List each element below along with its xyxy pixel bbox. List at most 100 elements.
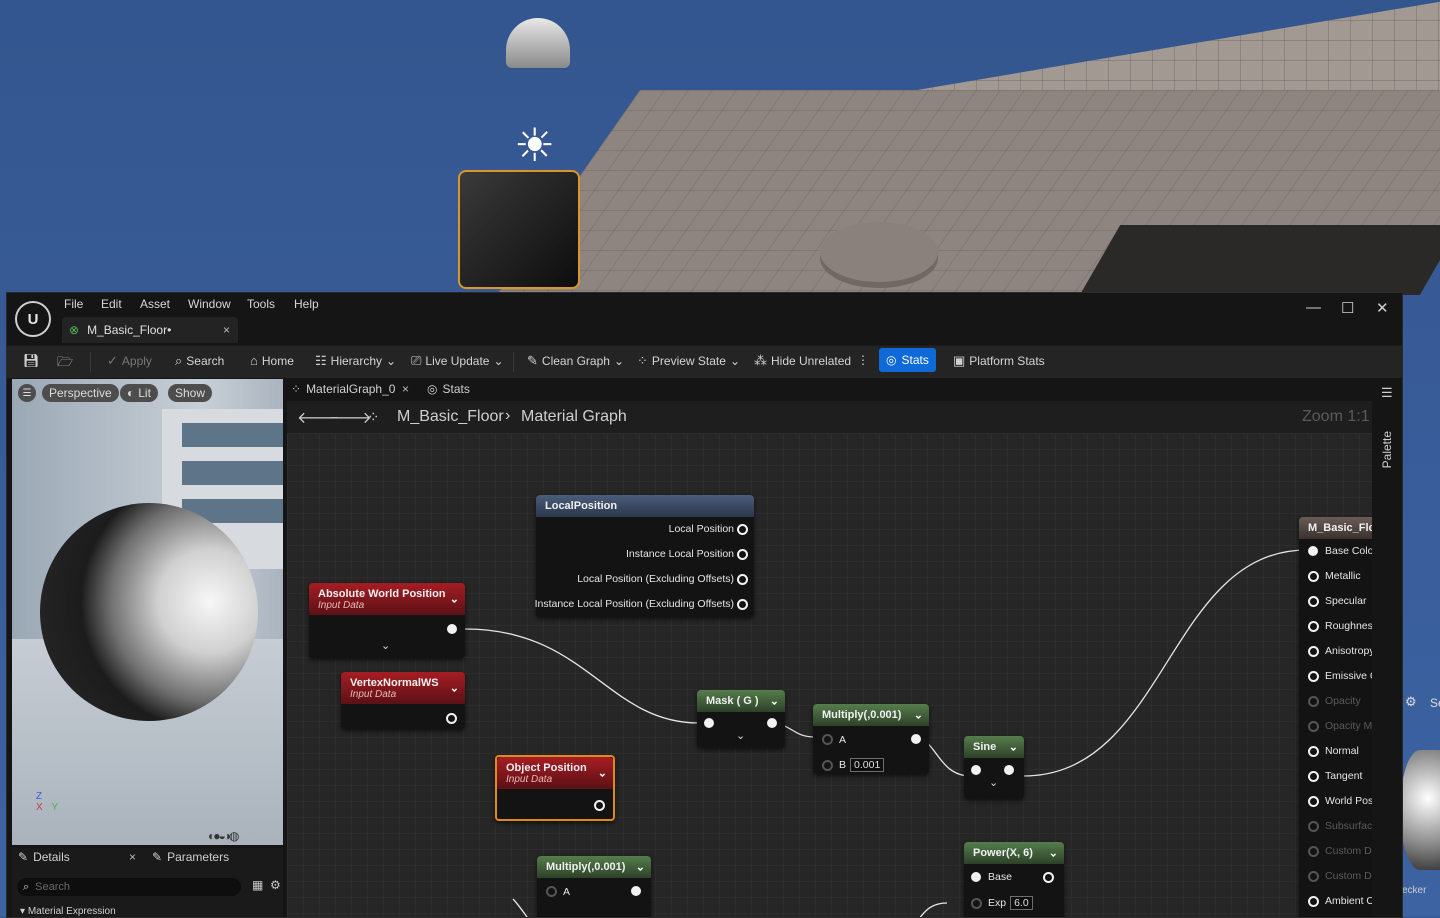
output-pin[interactable]	[737, 574, 748, 585]
material-graph-tab[interactable]: ⁘ MaterialGraph_0	[291, 382, 395, 396]
input-pin[interactable]	[822, 734, 833, 745]
input-pin[interactable]	[1308, 746, 1319, 757]
node-multiply-2[interactable]: Multiply(,0.001) ⌄ A	[537, 856, 651, 917]
show-button[interactable]: Show	[168, 384, 213, 402]
output-pin[interactable]	[767, 718, 777, 728]
hierarchy-button[interactable]: ☷ Hierarchy ⌄	[315, 353, 396, 369]
material-expression-section[interactable]: ▾ Material Expression	[20, 906, 116, 917]
input-pin[interactable]	[1308, 671, 1319, 682]
node-absolute-world-position[interactable]: Absolute World Position Input Data ⌄ ⌄	[309, 583, 465, 658]
node-multiply[interactable]: Multiply(,0.001) ⌄ A B 0.001	[813, 704, 929, 774]
b-value-field[interactable]: 0.001	[850, 758, 885, 772]
maximize-button[interactable]: ☐	[1341, 299, 1354, 317]
input-pin[interactable]	[1308, 621, 1319, 632]
document-tab[interactable]: ⊗ M_Basic_Floor• ×	[62, 317, 238, 343]
node-sine[interactable]: Sine ⌄ ⌄	[964, 736, 1024, 799]
details-search-input[interactable]: ⌕ Search	[17, 878, 241, 896]
menu-help[interactable]: Help	[294, 297, 319, 311]
close-window-button[interactable]: ✕	[1376, 299, 1389, 317]
node-vertex-normal-ws[interactable]: VertexNormalWS Input Data ⌄	[341, 672, 465, 729]
output-pin[interactable]	[447, 624, 457, 634]
input-pin[interactable]	[1308, 871, 1319, 882]
node-power[interactable]: Power(X, 6) ⌄ Base Exp 6.0	[964, 842, 1064, 917]
perspective-button[interactable]: Perspective	[42, 384, 119, 402]
input-pin[interactable]	[1308, 821, 1319, 832]
stats-tab[interactable]: ◎ Stats	[427, 382, 470, 396]
skylight-icon[interactable]	[506, 18, 570, 68]
menu-file[interactable]: File	[64, 297, 83, 311]
menu-edit[interactable]: Edit	[101, 297, 122, 311]
chevron-down-icon[interactable]: ⌄	[736, 729, 745, 742]
input-pin[interactable]	[1308, 696, 1319, 707]
input-pin[interactable]	[971, 872, 981, 882]
menu-window[interactable]: Window	[188, 297, 231, 311]
forward-arrow-icon[interactable]: 🡒	[329, 407, 372, 428]
palette-tab[interactable]: Palette	[1380, 431, 1394, 468]
parameters-tab[interactable]: ✎ Parameters	[152, 850, 229, 864]
input-pin[interactable]	[704, 718, 714, 728]
input-pin[interactable]	[1308, 771, 1319, 782]
menu-asset[interactable]: Asset	[140, 297, 170, 311]
input-pin[interactable]	[1308, 596, 1319, 607]
output-pin[interactable]	[1043, 872, 1054, 883]
breadcrumb-graph[interactable]: Material Graph	[521, 408, 627, 426]
input-pin[interactable]	[1308, 721, 1319, 732]
output-pin[interactable]	[737, 549, 748, 560]
material-graph-canvas[interactable]: LocalPosition Local Position Instance Lo…	[287, 433, 1372, 917]
chevron-down-icon[interactable]: ⌄	[1049, 847, 1058, 860]
viewport-menu-icon[interactable]: ☰	[18, 384, 36, 402]
details-tab-close-icon[interactable]: ×	[129, 850, 136, 864]
minimize-button[interactable]: —	[1306, 299, 1321, 316]
node-mask-g[interactable]: Mask ( G ) ⌄ ⌄	[697, 690, 785, 748]
output-pin[interactable]	[631, 886, 641, 896]
output-pin[interactable]	[737, 599, 748, 610]
preview-mesh-buttons[interactable]: ◐●◒◑◍	[208, 829, 240, 843]
selected-cube-actor[interactable]	[458, 170, 580, 289]
input-pin[interactable]	[971, 765, 981, 775]
chevron-down-icon[interactable]: ⌄	[450, 682, 459, 695]
output-pin[interactable]	[594, 800, 605, 811]
input-pin[interactable]	[546, 886, 557, 897]
material-preview-viewport[interactable]: ☰ Perspective ◐ Lit Show Z X Y ◐●◒◑◍	[12, 379, 283, 845]
graph-tab-close-icon[interactable]: ×	[402, 382, 409, 396]
menu-tools[interactable]: Tools	[247, 297, 275, 311]
node-local-position[interactable]: LocalPosition Local Position Instance Lo…	[535, 495, 754, 617]
palette-list-icon[interactable]: ☰	[1381, 385, 1393, 401]
search-button[interactable]: ⌕ Search	[175, 353, 224, 369]
chevron-down-icon[interactable]: ⌄	[598, 767, 607, 780]
exp-value-field[interactable]: 6.0	[1010, 896, 1033, 910]
output-pin[interactable]	[1004, 765, 1014, 775]
apply-button[interactable]: ✓ Apply	[107, 353, 152, 369]
input-pin[interactable]	[1308, 571, 1319, 582]
unreal-logo-icon[interactable]: U	[15, 301, 51, 337]
input-pin[interactable]	[971, 898, 982, 909]
chevron-down-icon[interactable]: ⌄	[450, 593, 459, 606]
input-pin[interactable]	[1308, 896, 1319, 907]
chevron-down-icon[interactable]: ⌄	[770, 695, 779, 708]
details-tab[interactable]: ✎ Details	[18, 850, 70, 864]
chevron-down-icon[interactable]: ⌄	[1009, 741, 1018, 754]
home-button[interactable]: ⌂ Home	[250, 353, 294, 368]
node-object-position[interactable]: Object Position Input Data ⌄	[495, 755, 615, 821]
table-view-icon[interactable]: ▦	[252, 878, 263, 892]
input-pin[interactable]	[1308, 646, 1319, 657]
stats-button[interactable]: ◎ Stats	[879, 348, 936, 372]
chevron-down-icon[interactable]: ⌄	[636, 861, 645, 874]
chevron-down-icon[interactable]: ⌄	[989, 776, 998, 789]
chevron-down-icon[interactable]: ⌄	[381, 639, 390, 652]
live-update-button[interactable]: ⎚ Live Update ⌄	[411, 353, 504, 369]
output-pin[interactable]	[737, 524, 748, 535]
breadcrumb-asset[interactable]: M_Basic_Floor	[397, 408, 504, 426]
input-pin[interactable]	[1308, 796, 1319, 807]
platform-stats-button[interactable]: ▣ Platform Stats	[953, 353, 1045, 369]
gear-icon[interactable]: ⚙	[270, 878, 281, 892]
more-options-icon[interactable]: ⋮	[857, 353, 869, 367]
save-icon[interactable]: 💾︎	[23, 353, 40, 369]
gear-icon[interactable]: ⚙	[1405, 694, 1417, 710]
directional-light-icon[interactable]: ☀	[514, 118, 555, 172]
hide-unrelated-button[interactable]: ⁂ Hide Unrelated	[754, 353, 851, 369]
browse-asset-icon[interactable]: 🗁︎	[57, 353, 73, 375]
clean-graph-button[interactable]: ✎ Clean Graph ⌄	[527, 353, 624, 369]
lit-button[interactable]: ◐ Lit	[120, 384, 158, 402]
input-pin[interactable]	[1308, 846, 1319, 857]
